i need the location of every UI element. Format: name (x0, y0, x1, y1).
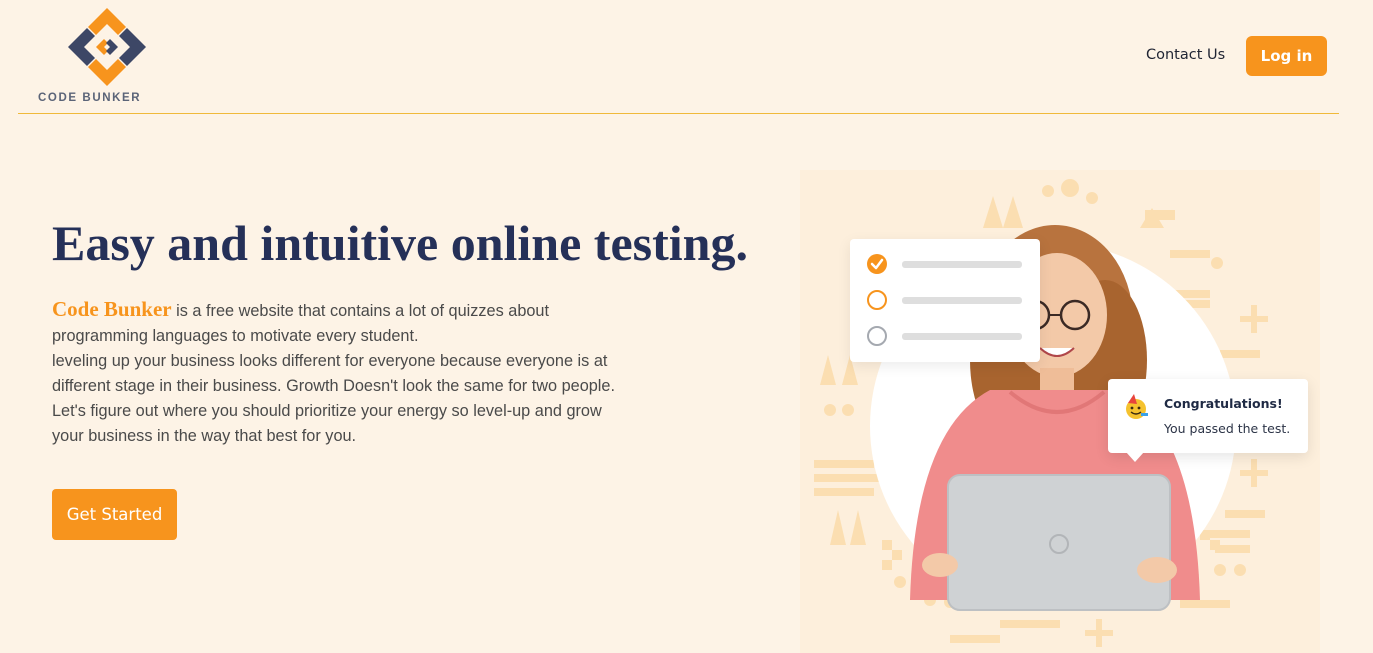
quiz-checklist-card (850, 239, 1040, 362)
hero-title: Easy and intuitive online testing. (52, 215, 748, 271)
code-bunker-logo-icon (68, 8, 146, 86)
toast-message: You passed the test. (1164, 421, 1291, 436)
quiz-option-unchecked (866, 325, 1026, 347)
radio-gray-icon (867, 326, 887, 346)
brand-name: Code Bunker (52, 297, 172, 321)
hero-illustration: Congratulations! You passed the test. (800, 170, 1320, 653)
quiz-option-checked (866, 253, 1026, 275)
party-face-icon (1126, 394, 1148, 419)
logo[interactable]: CODE BUNKER (38, 8, 158, 108)
description-line: programming languages to motivate every … (52, 327, 419, 345)
quiz-option-selected (866, 289, 1026, 311)
description-line: leveling up your business looks differen… (52, 352, 608, 370)
quiz-option-line (902, 261, 1022, 268)
check-circle-icon (867, 254, 887, 274)
quiz-option-line (902, 333, 1022, 340)
landing-page: CODE BUNKER Contact Us Log in Easy and i… (0, 0, 1373, 653)
logo-text: CODE BUNKER (38, 92, 142, 104)
congratulations-toast: Congratulations! You passed the test. (1108, 379, 1308, 462)
hero-description: Code Bunker is a free website that conta… (52, 297, 662, 449)
description-line: is a free website that contains a lot of… (171, 302, 550, 320)
radio-orange-icon (867, 290, 887, 310)
login-button[interactable]: Log in (1246, 36, 1327, 76)
get-started-button[interactable]: Get Started (52, 489, 177, 540)
description-line: your business in the way that best for y… (52, 427, 357, 445)
contact-us-link[interactable]: Contact Us (1146, 47, 1225, 63)
description-line: Let's figure out where you should priori… (52, 402, 602, 420)
toast-title: Congratulations! (1164, 396, 1283, 411)
description-line: different stage in their business. Growt… (52, 377, 616, 395)
site-header: CODE BUNKER Contact Us Log in (18, 0, 1339, 114)
quiz-option-line (902, 297, 1022, 304)
